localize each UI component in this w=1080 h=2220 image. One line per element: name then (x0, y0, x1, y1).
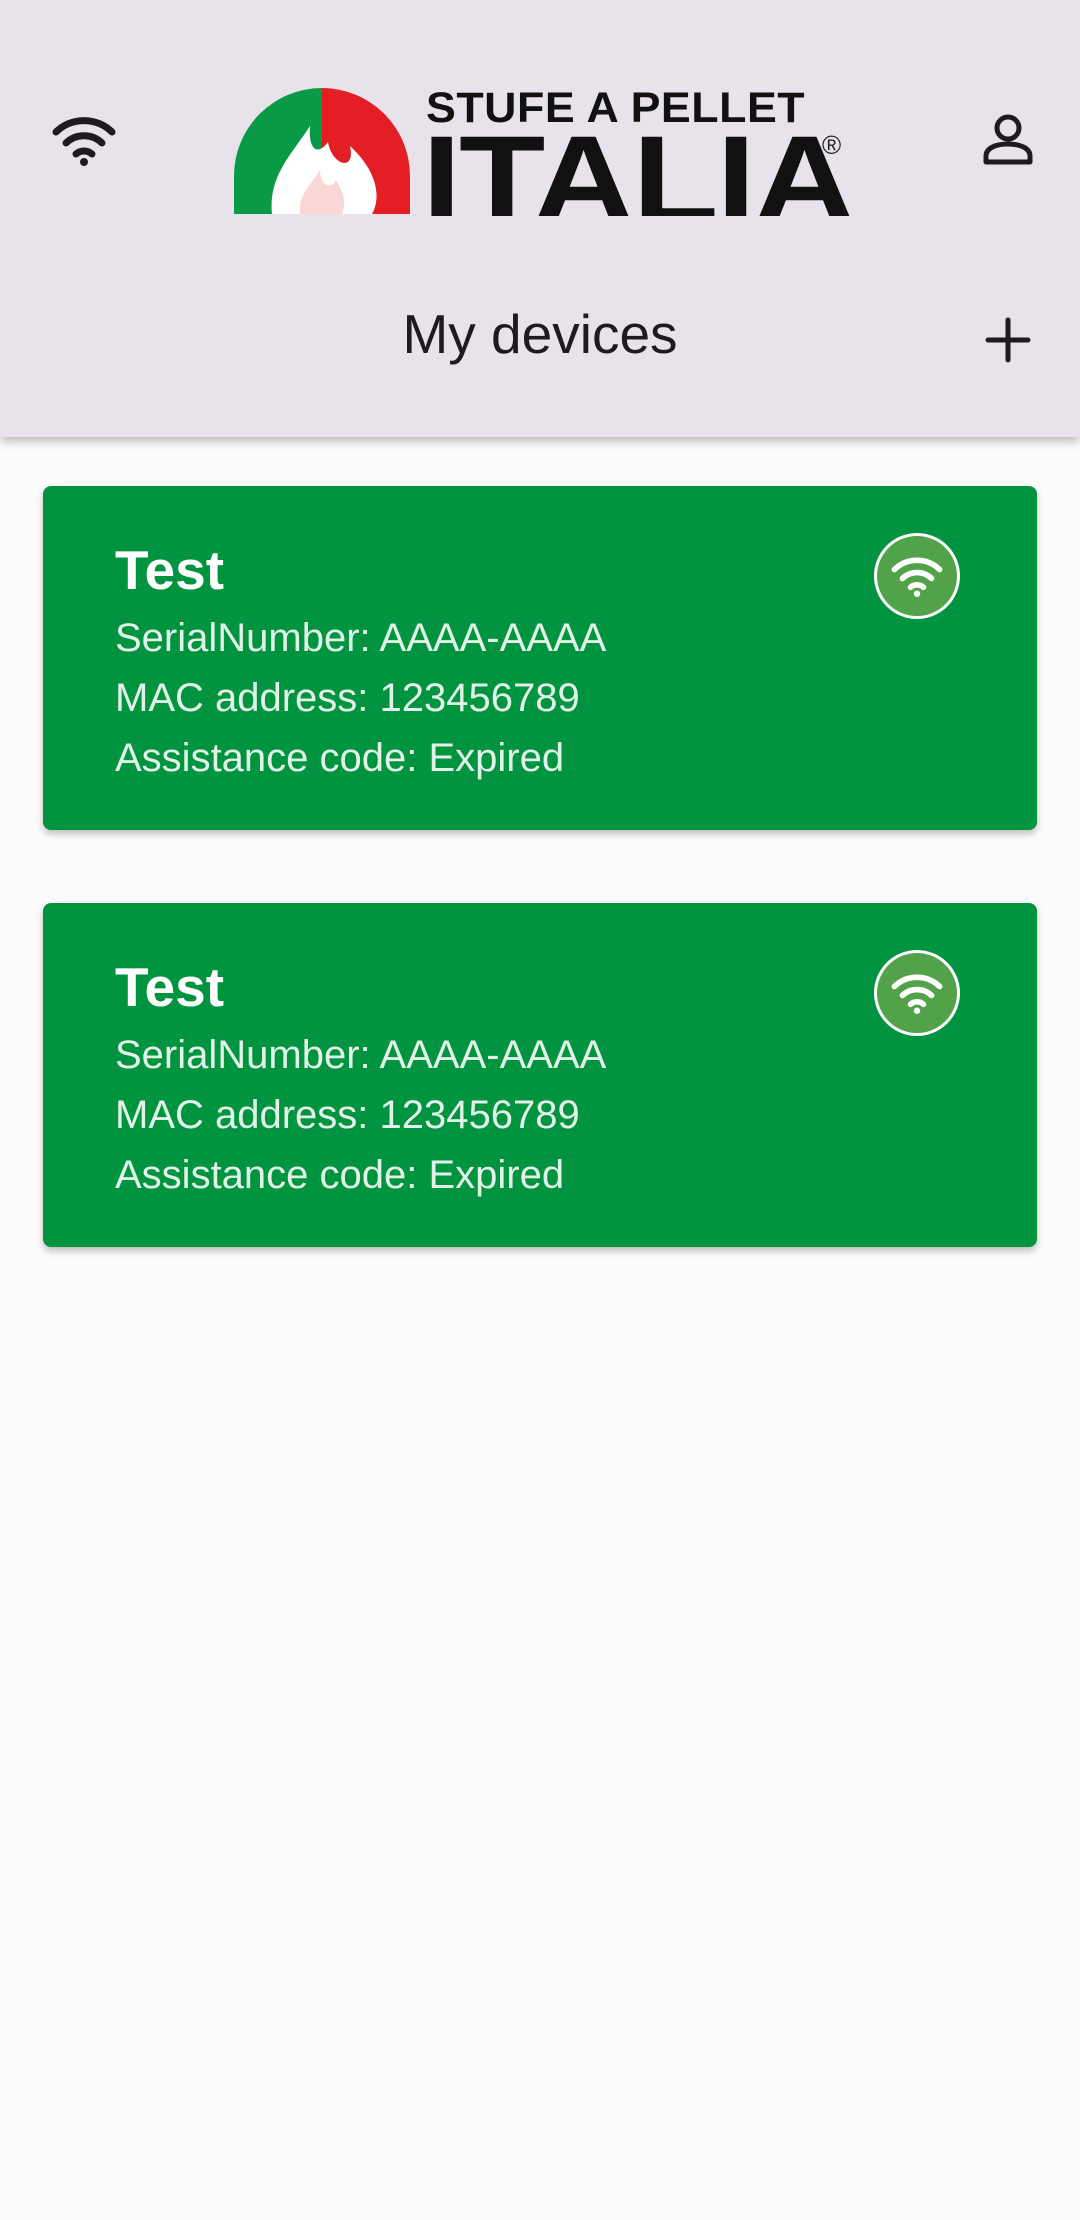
app-header: STUFE A PELLET ITALIA ® My devices (0, 0, 1080, 437)
device-name: Test (115, 539, 225, 601)
wifi-connected-icon (891, 974, 943, 1014)
plus-icon (985, 317, 1031, 363)
device-mac: MAC address: 123456789 (115, 676, 580, 720)
account-button[interactable] (968, 100, 1048, 180)
device-serial: SerialNumber: AAAA-AAAA (115, 1033, 607, 1077)
device-card[interactable]: Test SerialNumber: AAAA-AAAA MAC address… (43, 486, 1037, 830)
connection-status (874, 950, 960, 1036)
device-card[interactable]: Test SerialNumber: AAAA-AAAA MAC address… (43, 903, 1037, 1247)
device-list: Test SerialNumber: AAAA-AAAA MAC address… (43, 486, 1037, 1320)
device-serial: SerialNumber: AAAA-AAAA (115, 616, 607, 660)
connection-status (874, 533, 960, 619)
device-assistance-code: Assistance code: Expired (115, 1153, 565, 1197)
device-name: Test (115, 956, 225, 1018)
wifi-button[interactable] (44, 100, 124, 180)
brand-logo: STUFE A PELLET ITALIA ® (232, 86, 852, 216)
device-mac: MAC address: 123456789 (115, 1093, 580, 1137)
wifi-connected-icon (891, 557, 943, 597)
wifi-icon (52, 117, 116, 166)
add-device-button[interactable] (968, 300, 1048, 380)
flame-logo-icon (234, 88, 410, 214)
page-title: My devices (402, 303, 678, 365)
registered-mark: ® (822, 130, 842, 160)
user-icon (983, 114, 1033, 165)
logo-text-main: ITALIA (422, 111, 852, 216)
device-assistance-code: Assistance code: Expired (115, 736, 565, 780)
